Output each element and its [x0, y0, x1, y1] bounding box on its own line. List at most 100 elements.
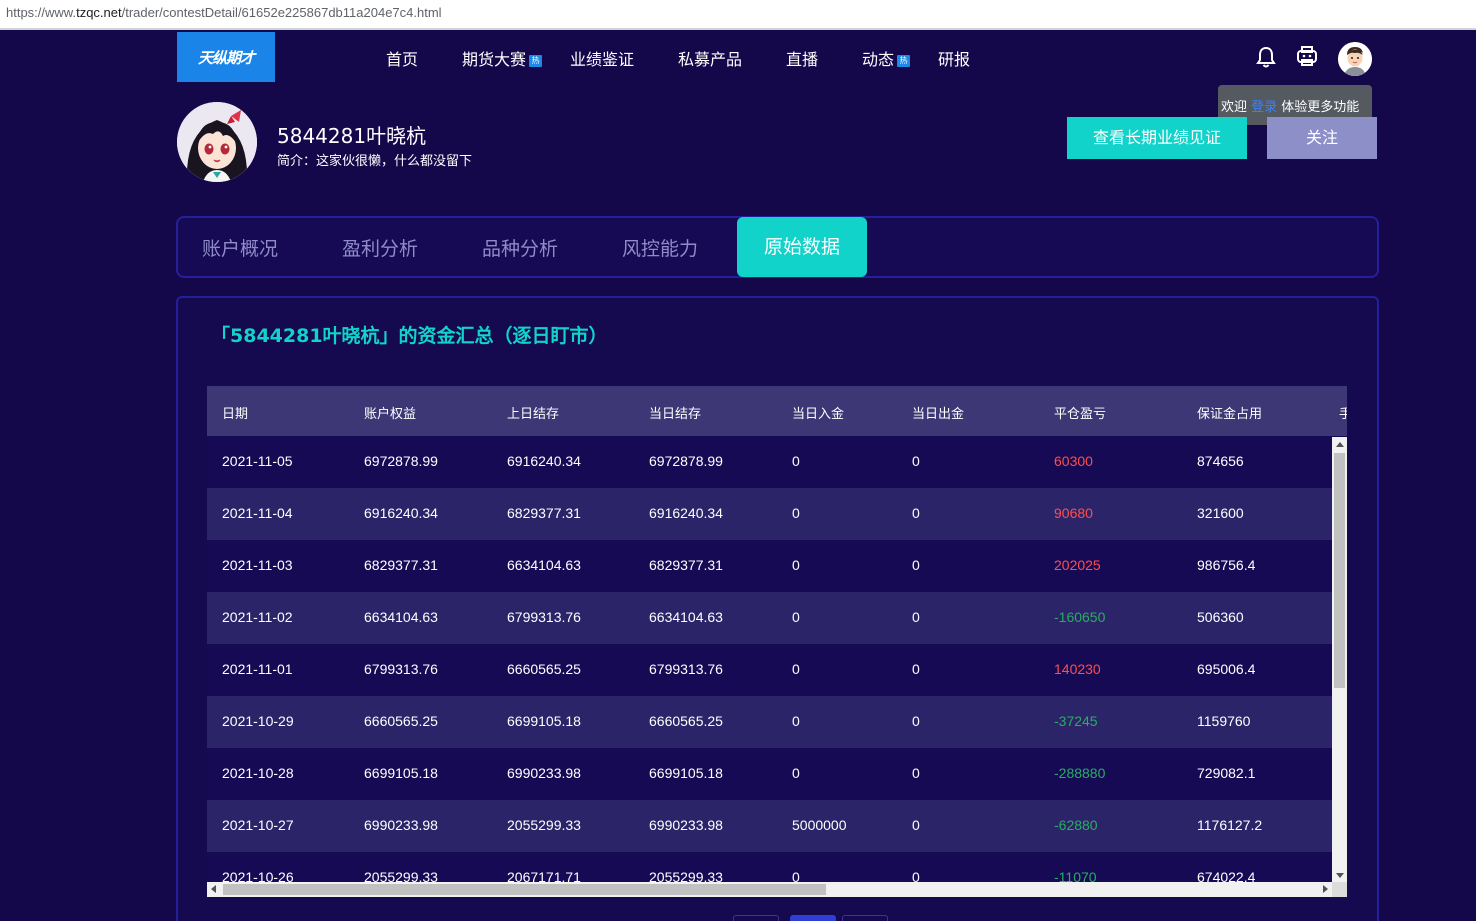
- table-cell: 2021-11-03: [222, 557, 293, 573]
- tab-variety-analysis[interactable]: 品种分析: [482, 234, 558, 261]
- table-cell: 6660565.25: [507, 661, 581, 677]
- follow-button[interactable]: 关注: [1267, 117, 1377, 159]
- column-header[interactable]: 上日结存: [507, 403, 559, 422]
- default-avatar-icon: [1338, 42, 1372, 76]
- table-cell: 986756.4: [1197, 557, 1256, 573]
- tab-risk-control[interactable]: 风控能力: [622, 234, 698, 261]
- table-cell: 0: [792, 557, 800, 573]
- table-cell: 1159760: [1197, 713, 1251, 729]
- table-cell: 6990233.98: [364, 817, 438, 833]
- table-cell: 0: [792, 713, 800, 729]
- panel-title: 「5844281叶晓杭」的资金汇总（逐日盯市）: [211, 325, 608, 347]
- scroll-left-arrow-icon[interactable]: [211, 885, 216, 893]
- column-header[interactable]: 当日结存: [649, 403, 701, 422]
- scroll-thumb[interactable]: [223, 884, 826, 895]
- table-row: 2021-10-29 6660565.25 6699105.18 6660565.25…: [207, 696, 1332, 748]
- table-cell: 6990233.98: [649, 817, 723, 833]
- table-cell: 0: [912, 661, 920, 677]
- table-cell: 0: [912, 453, 920, 469]
- pagination-prev-button[interactable]: [733, 915, 779, 921]
- scroll-up-arrow-icon[interactable]: [1336, 442, 1344, 447]
- table-row: 2021-10-27 6990233.98 2055299.33 6990233.98…: [207, 800, 1332, 852]
- table-cell: 874656: [1197, 453, 1244, 469]
- table-cell: 0: [792, 505, 800, 521]
- table-cell: 0: [912, 713, 920, 729]
- table-cell: 6699105.18: [507, 713, 581, 729]
- table-cell: 0: [792, 765, 800, 781]
- table-cell: 506360: [1197, 609, 1244, 625]
- column-header[interactable]: 保证金占用: [1197, 403, 1262, 422]
- table-cell: 0: [792, 453, 800, 469]
- scroll-down-arrow-icon[interactable]: [1336, 873, 1344, 878]
- nav-label: 研报: [938, 50, 971, 69]
- table-cell: 6916240.34: [364, 505, 438, 521]
- column-header[interactable]: 当日入金: [792, 403, 844, 422]
- tooltip-prefix: 欢迎: [1221, 100, 1252, 115]
- table-header: 日期 账户权益 上日结存 当日结存 当日入金 当日出金 平仓盈亏 保证金占用 手: [207, 386, 1347, 436]
- column-header[interactable]: 日期: [222, 403, 248, 422]
- table-cell: 6660565.25: [649, 713, 723, 729]
- bell-icon[interactable]: [1256, 46, 1276, 68]
- table-cell: -37245: [1054, 713, 1098, 729]
- table-cell: 140230: [1054, 661, 1101, 677]
- table-cell: -62880: [1054, 817, 1098, 833]
- table-cell: 6916240.34: [649, 505, 723, 521]
- horizontal-scrollbar[interactable]: [207, 882, 1332, 897]
- url-prefix: https://www.: [6, 5, 77, 20]
- login-link[interactable]: 登录: [1251, 100, 1277, 115]
- funds-table: 日期 账户权益 上日结存 当日结存 当日入金 当日出金 平仓盈亏 保证金占用 手…: [207, 386, 1347, 897]
- table-row: 2021-11-05 6972878.99 6916240.34 6972878.99…: [207, 436, 1332, 488]
- nav-label: 期货大赛: [462, 50, 527, 69]
- table-cell: 202025: [1054, 557, 1101, 573]
- pagination-page-button[interactable]: [790, 915, 836, 921]
- nav-label: 私募产品: [678, 50, 743, 69]
- table-cell: 6799313.76: [364, 661, 438, 677]
- table-cell: 2021-11-04: [222, 505, 293, 521]
- tab-raw-data[interactable]: 原始数据: [737, 217, 867, 277]
- pagination-next-button[interactable]: [842, 915, 888, 921]
- table-cell: 6829377.31: [507, 505, 581, 521]
- address-bar[interactable]: https://www.tzqc.net/trader/contestDetai…: [0, 0, 1476, 30]
- tab-account-overview[interactable]: 账户概况: [202, 234, 278, 261]
- scroll-thumb[interactable]: [1334, 453, 1345, 688]
- table-row: 2021-11-01 6799313.76 6660565.25 6799313.76…: [207, 644, 1332, 696]
- main-nav: 首页 期货大赛热 业绩鉴证 私募产品 直播 动态热 研报: [0, 46, 1476, 70]
- table-cell: 6799313.76: [507, 609, 581, 625]
- scroll-corner: [1332, 882, 1347, 897]
- url-host: tzqc.net: [76, 5, 122, 20]
- scroll-right-arrow-icon[interactable]: [1323, 885, 1328, 893]
- view-verification-button[interactable]: 查看长期业绩见证: [1067, 117, 1247, 159]
- table-cell: 2021-11-01: [222, 661, 293, 677]
- table-cell: 2055299.33: [507, 817, 581, 833]
- table-cell: 2021-11-02: [222, 609, 293, 625]
- table-cell: 6699105.18: [649, 765, 723, 781]
- tab-profit-analysis[interactable]: 盈利分析: [342, 234, 418, 261]
- nav-research[interactable]: 研报: [938, 46, 970, 70]
- table-cell: 2021-10-28: [222, 765, 294, 781]
- nav-label: 直播: [786, 50, 819, 69]
- nav-label: 首页: [386, 50, 419, 69]
- column-header[interactable]: 手: [1339, 403, 1347, 422]
- profile-avatar: [177, 102, 257, 182]
- nav-private-fund[interactable]: 私募产品: [678, 46, 742, 70]
- vertical-scrollbar[interactable]: [1332, 437, 1347, 882]
- hot-badge: 热: [529, 54, 543, 67]
- nav-news[interactable]: 动态热: [862, 46, 911, 70]
- table-cell: 321600: [1197, 505, 1244, 521]
- table-cell: 6799313.76: [649, 661, 723, 677]
- table-row: 2021-11-02 6634104.63 6799313.76 6634104.63…: [207, 592, 1332, 644]
- nav-performance[interactable]: 业绩鉴证: [570, 46, 634, 70]
- table-cell: 90680: [1054, 505, 1093, 521]
- user-avatar[interactable]: [1338, 42, 1372, 76]
- column-header[interactable]: 平仓盈亏: [1054, 403, 1106, 422]
- column-header[interactable]: 账户权益: [364, 403, 416, 422]
- table-cell: 5000000: [792, 817, 847, 833]
- table-cell: 6660565.25: [364, 713, 438, 729]
- nav-home[interactable]: 首页: [386, 46, 418, 70]
- app-icon[interactable]: [1296, 45, 1318, 67]
- table-cell: 1176127.2: [1197, 817, 1263, 833]
- table-cell: 6829377.31: [649, 557, 723, 573]
- nav-contest[interactable]: 期货大赛热: [462, 46, 543, 70]
- nav-live[interactable]: 直播: [786, 46, 818, 70]
- column-header[interactable]: 当日出金: [912, 403, 964, 422]
